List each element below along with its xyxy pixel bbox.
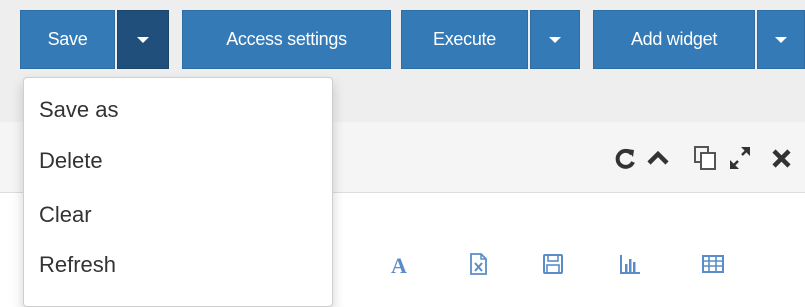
expand-icon[interactable] xyxy=(727,144,753,172)
caret-down-icon xyxy=(549,37,561,44)
execute-dropdown-toggle[interactable] xyxy=(530,10,580,69)
menu-item-clear[interactable]: Clear xyxy=(39,202,92,228)
menu-item-save-as[interactable]: Save as xyxy=(39,97,119,123)
svg-text:A: A xyxy=(391,253,407,276)
chart-icon[interactable] xyxy=(618,252,642,276)
menu-item-delete[interactable]: Delete xyxy=(39,148,103,174)
save-icon[interactable] xyxy=(541,252,565,276)
menu-item-refresh[interactable]: Refresh xyxy=(39,252,116,278)
caret-down-icon xyxy=(775,37,787,44)
save-button[interactable]: Save xyxy=(20,10,115,69)
table-icon[interactable] xyxy=(701,252,725,276)
execute-button[interactable]: Execute xyxy=(401,10,528,69)
collapse-icon[interactable] xyxy=(645,144,671,172)
font-icon[interactable]: A xyxy=(387,252,411,276)
add-widget-dropdown-toggle[interactable] xyxy=(757,10,805,69)
caret-down-icon xyxy=(137,37,149,44)
access-settings-button[interactable]: Access settings xyxy=(182,10,391,69)
excel-icon[interactable] xyxy=(466,252,490,276)
close-icon[interactable] xyxy=(769,144,795,172)
save-dropdown-toggle[interactable] xyxy=(117,10,169,69)
refresh-icon[interactable] xyxy=(612,144,638,172)
copy-icon[interactable] xyxy=(693,144,719,172)
add-widget-button[interactable]: Add widget xyxy=(593,10,755,69)
